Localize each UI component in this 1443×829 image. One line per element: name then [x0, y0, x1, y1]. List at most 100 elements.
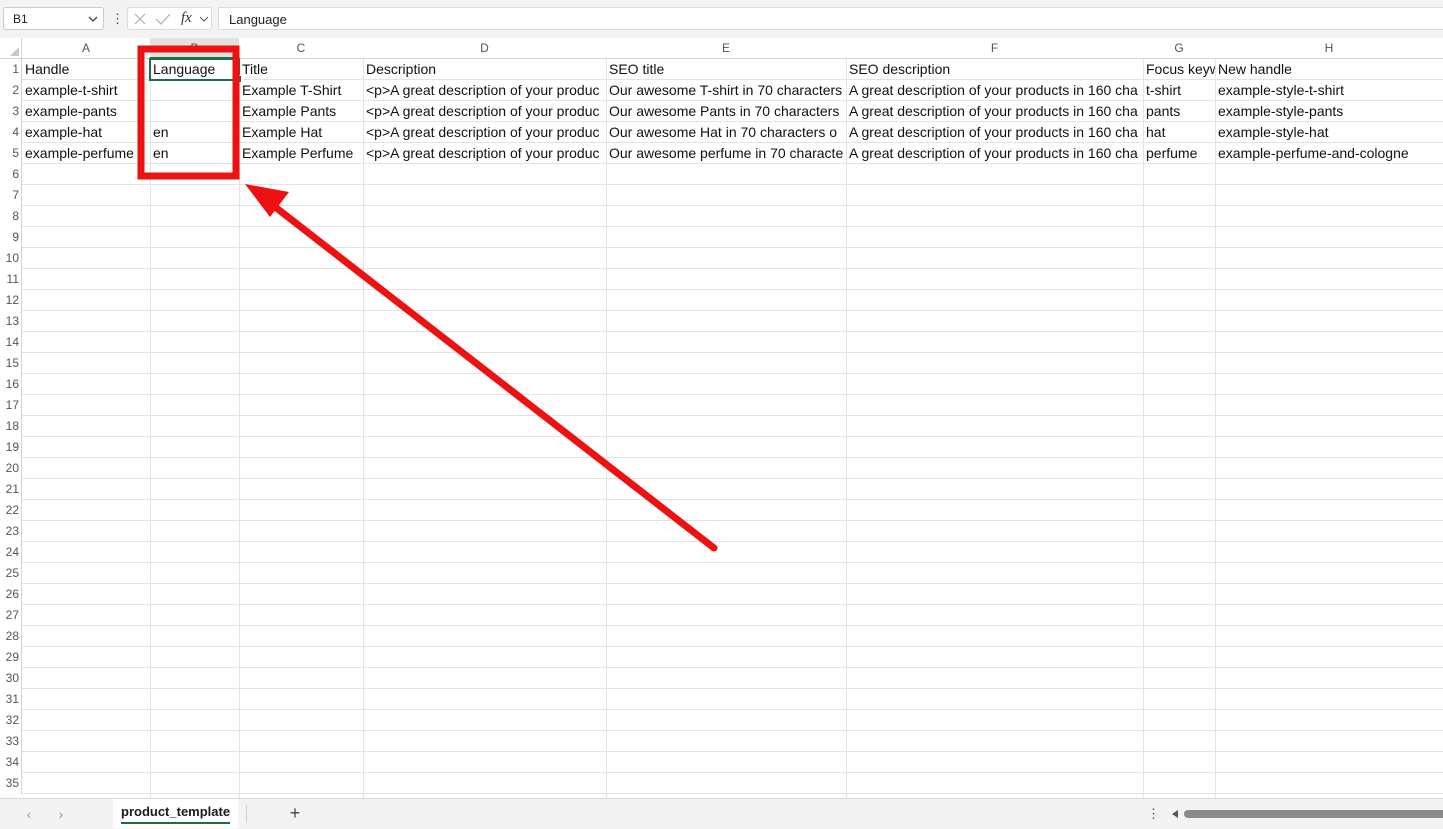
cell-c4[interactable]: Example Hat [239, 122, 363, 143]
cell-g4[interactable]: hat [1143, 122, 1215, 143]
row-header-12[interactable]: 12 [0, 290, 22, 311]
formula-input[interactable]: Language [218, 7, 1443, 30]
cell-f5[interactable]: A great description of your products in … [846, 143, 1143, 164]
row-header-29[interactable]: 29 [0, 647, 22, 668]
cell-a4[interactable]: example-hat [22, 122, 150, 143]
row-header-13[interactable]: 13 [0, 311, 22, 332]
more-vertical-icon[interactable]: ⋮ [1147, 806, 1160, 822]
plus-icon[interactable]: + [286, 803, 304, 823]
cell-e3[interactable]: Our awesome Pants in 70 characters [606, 101, 846, 122]
row-header-27[interactable]: 27 [0, 605, 22, 626]
cell-a3[interactable]: example-pants [22, 101, 150, 122]
chevron-left-icon[interactable]: ‹ [22, 807, 36, 821]
row-header-2[interactable]: 2 [0, 80, 22, 101]
cell-c3[interactable]: Example Pants [239, 101, 363, 122]
cell-h3[interactable]: example-style-pants [1215, 101, 1443, 122]
row-header-10[interactable]: 10 [0, 248, 22, 269]
row-header-32[interactable]: 32 [0, 710, 22, 731]
row-header-30[interactable]: 30 [0, 668, 22, 689]
cell-a2[interactable]: example-t-shirt [22, 80, 150, 101]
cell-f4[interactable]: A great description of your products in … [846, 122, 1143, 143]
fx-icon[interactable]: fx [181, 10, 192, 27]
column-header-e[interactable]: E [606, 38, 846, 59]
row-header-19[interactable]: 19 [0, 437, 22, 458]
row-header-20[interactable]: 20 [0, 458, 22, 479]
cell-d1[interactable]: Description [363, 59, 606, 80]
check-icon[interactable] [155, 12, 171, 26]
row-header-17[interactable]: 17 [0, 395, 22, 416]
cell-g3[interactable]: pants [1143, 101, 1215, 122]
row-header-22[interactable]: 22 [0, 500, 22, 521]
cell-f3[interactable]: A great description of your products in … [846, 101, 1143, 122]
row-header-9[interactable]: 9 [0, 227, 22, 248]
cell-g1[interactable]: Focus keyw [1143, 59, 1215, 80]
fill-handle[interactable] [234, 75, 242, 83]
cell-c1[interactable]: Title [239, 59, 363, 80]
cell-b3[interactable] [150, 101, 239, 122]
row-header-7[interactable]: 7 [0, 185, 22, 206]
row-header-6[interactable]: 6 [0, 164, 22, 185]
cell-d3[interactable]: <p>A great description of your produc [363, 101, 606, 122]
cell-d4[interactable]: <p>A great description of your produc [363, 122, 606, 143]
cell-e1[interactable]: SEO title [606, 59, 846, 80]
cell-h4[interactable]: example-style-hat [1215, 122, 1443, 143]
row-header-15[interactable]: 15 [0, 353, 22, 374]
row-header-25[interactable]: 25 [0, 563, 22, 584]
row-header-21[interactable]: 21 [0, 479, 22, 500]
row-header-16[interactable]: 16 [0, 374, 22, 395]
cell-f2[interactable]: A great description of your products in … [846, 80, 1143, 101]
row-header-28[interactable]: 28 [0, 626, 22, 647]
chevron-down-icon[interactable] [87, 13, 99, 25]
row-header-1[interactable]: 1 [0, 59, 22, 80]
row-header-18[interactable]: 18 [0, 416, 22, 437]
cell-h5[interactable]: example-perfume-and-cologne [1215, 143, 1443, 164]
cell-e4[interactable]: Our awesome Hat in 70 characters o [606, 122, 846, 143]
column-header-f[interactable]: F [846, 38, 1143, 59]
chevron-down-icon[interactable] [199, 13, 209, 25]
row-header-26[interactable]: 26 [0, 584, 22, 605]
sheet-tab-product-template[interactable]: product_template [113, 799, 239, 828]
cell-b4[interactable]: en [150, 122, 239, 143]
row-header-31[interactable]: 31 [0, 689, 22, 710]
row-header-8[interactable]: 8 [0, 206, 22, 227]
cell-a5[interactable]: example-perfume [22, 143, 150, 164]
row-header-34[interactable]: 34 [0, 752, 22, 773]
column-header-g[interactable]: G [1143, 38, 1215, 59]
cell-e2[interactable]: Our awesome T-shirt in 70 characters [606, 80, 846, 101]
column-header-h[interactable]: H [1215, 38, 1443, 59]
row-header-23[interactable]: 23 [0, 521, 22, 542]
cell-grid[interactable]: Handle Language Title Description SEO ti… [22, 58, 1443, 798]
cell-d2[interactable]: <p>A great description of your produc [363, 80, 606, 101]
row-header-35[interactable]: 35 [0, 773, 22, 794]
more-vertical-icon[interactable]: ⋮ [111, 10, 124, 28]
cell-c2[interactable]: Example T-Shirt [239, 80, 363, 101]
row-header-14[interactable]: 14 [0, 332, 22, 353]
row-header-5[interactable]: 5 [0, 143, 22, 164]
cell-b2[interactable] [150, 80, 239, 101]
horizontal-scrollbar-thumb[interactable] [1184, 810, 1443, 818]
row-header-3[interactable]: 3 [0, 101, 22, 122]
scroll-left-icon[interactable] [1172, 810, 1178, 818]
select-all-corner[interactable] [0, 38, 22, 59]
cell-a1[interactable]: Handle [22, 59, 150, 80]
chevron-right-icon[interactable]: › [54, 807, 68, 821]
column-header-d[interactable]: D [363, 38, 606, 59]
cell-b5[interactable]: en [150, 143, 239, 164]
cell-g5[interactable]: perfume [1143, 143, 1215, 164]
row-header-11[interactable]: 11 [0, 269, 22, 290]
cell-f1[interactable]: SEO description [846, 59, 1143, 80]
row-header-4[interactable]: 4 [0, 122, 22, 143]
name-box[interactable]: B1 [3, 7, 104, 30]
column-header-a[interactable]: A [22, 38, 150, 59]
cell-h2[interactable]: example-style-t-shirt [1215, 80, 1443, 101]
row-header-24[interactable]: 24 [0, 542, 22, 563]
cell-c5[interactable]: Example Perfume [239, 143, 363, 164]
cell-e5[interactable]: Our awesome perfume in 70 characte [606, 143, 846, 164]
cell-h1[interactable]: New handle [1215, 59, 1443, 80]
column-header-c[interactable]: C [239, 38, 363, 59]
column-header-b[interactable]: B [150, 38, 239, 59]
cell-g2[interactable]: t-shirt [1143, 80, 1215, 101]
row-header-33[interactable]: 33 [0, 731, 22, 752]
cell-d5[interactable]: <p>A great description of your produc [363, 143, 606, 164]
close-icon[interactable] [133, 12, 147, 26]
